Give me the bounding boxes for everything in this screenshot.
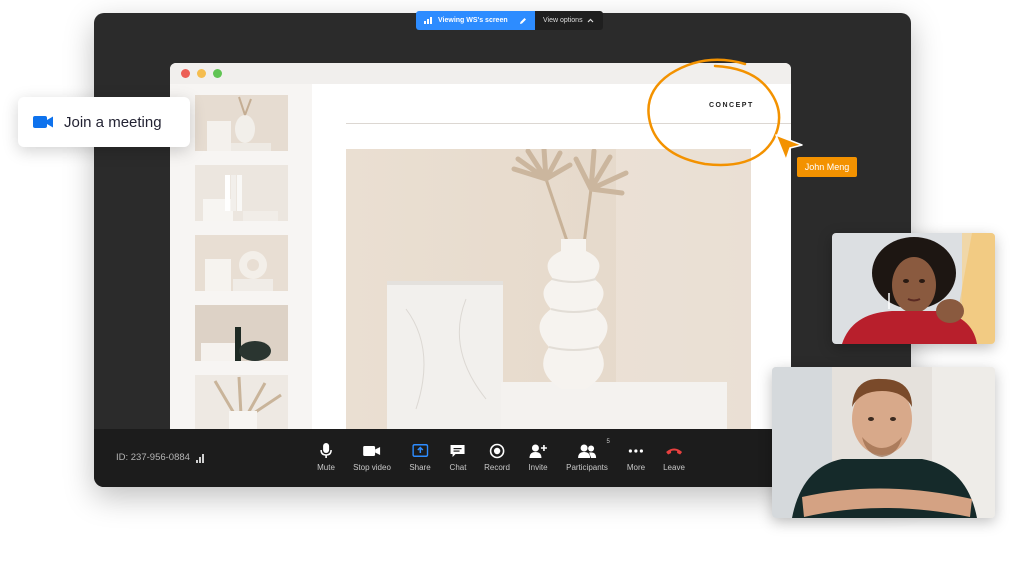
invite-button[interactable]: Invite: [528, 443, 548, 472]
stop-video-button[interactable]: Stop video: [353, 443, 391, 472]
share-label: Share: [409, 463, 431, 472]
thumbnail-4[interactable]: [195, 305, 288, 361]
chat-bubble-icon: [451, 445, 465, 457]
mute-label: Mute: [317, 463, 335, 472]
mute-button[interactable]: Mute: [317, 443, 335, 472]
meeting-id: ID: 237-956-0884: [116, 452, 204, 463]
thumbnail-1[interactable]: [195, 95, 288, 151]
thumbnail-2[interactable]: [195, 165, 288, 221]
join-meeting-label: Join a meeting: [64, 113, 162, 131]
more-button[interactable]: More: [627, 443, 645, 472]
annotation-circle: [647, 58, 781, 167]
record-button[interactable]: Record: [484, 443, 510, 472]
hang-up-icon: [665, 448, 682, 455]
chevron-up-icon: [587, 18, 594, 23]
minimize-dot: [197, 69, 206, 78]
participants-label: Participants: [566, 463, 608, 472]
participants-button[interactable]: 5 Participants: [566, 439, 610, 472]
signal-strength-icon: [195, 453, 204, 463]
pencil-icon[interactable]: [519, 17, 527, 25]
view-options-dropdown[interactable]: View options: [535, 11, 603, 30]
video-camera-icon: [363, 446, 380, 456]
meeting-id-text: ID: 237-956-0884: [116, 452, 190, 463]
stop-video-label: Stop video: [353, 463, 391, 472]
thumbnail-3[interactable]: [195, 235, 288, 291]
invite-label: Invite: [528, 463, 548, 472]
video-camera-icon: [33, 116, 53, 128]
more-dots-icon: [628, 449, 644, 453]
leave-label: Leave: [663, 463, 685, 472]
view-options-label: View options: [543, 17, 583, 24]
participants-icon: [577, 444, 596, 458]
viewing-screen-label: Viewing WS's screen: [438, 17, 508, 24]
screen-share-banner: Viewing WS's screen View options: [416, 11, 603, 30]
hero-image: [346, 149, 751, 430]
leave-button[interactable]: Leave: [663, 443, 685, 472]
microphone-icon: [320, 443, 332, 458]
cursor-name-tag: John Meng: [797, 157, 857, 177]
share-screen-icon: [411, 444, 428, 457]
maximize-dot: [213, 69, 222, 78]
thumbnail-sidebar: [170, 84, 312, 430]
record-icon: [489, 443, 505, 459]
signal-strength-icon: [424, 17, 432, 24]
record-label: Record: [484, 463, 510, 472]
chat-button[interactable]: Chat: [449, 443, 467, 472]
chat-label: Chat: [449, 463, 467, 472]
share-button[interactable]: Share: [409, 443, 431, 472]
viewing-screen-indicator[interactable]: Viewing WS's screen: [416, 11, 535, 30]
join-meeting-button[interactable]: Join a meeting: [18, 97, 190, 147]
participant-video-tile[interactable]: [832, 233, 995, 344]
participants-count: 5: [606, 439, 610, 445]
close-dot: [181, 69, 190, 78]
thumbnail-5[interactable]: [195, 375, 288, 430]
add-user-icon: [529, 444, 547, 458]
more-label: More: [626, 463, 646, 472]
participant-video-tile[interactable]: [772, 367, 995, 518]
